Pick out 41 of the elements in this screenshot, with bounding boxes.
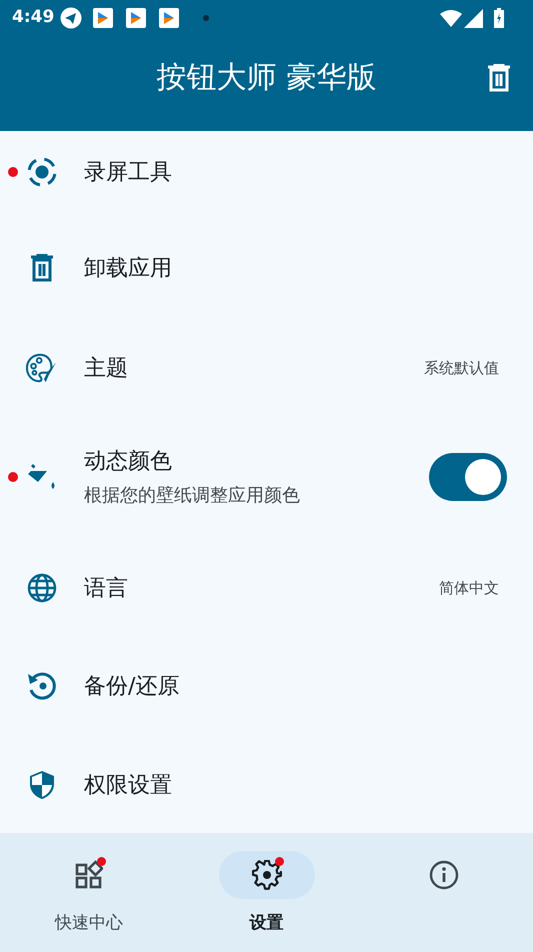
signal-icon bbox=[464, 8, 483, 28]
record-icon bbox=[26, 156, 58, 188]
battery-icon bbox=[493, 8, 505, 28]
trash-icon bbox=[30, 254, 54, 282]
palette-brush-icon bbox=[26, 352, 58, 384]
settings-row[interactable]: 卸载应用 bbox=[0, 213, 533, 323]
dot-icon bbox=[203, 15, 210, 21]
setting-label: 卸载应用 bbox=[84, 254, 173, 282]
globe-icon bbox=[27, 573, 57, 603]
app-notification-icon bbox=[93, 8, 114, 28]
nav-tab[interactable]: 设置 bbox=[178, 833, 356, 952]
settings-row[interactable]: 录屏工具 bbox=[0, 131, 533, 213]
delete-button[interactable] bbox=[485, 62, 513, 94]
settings-icon bbox=[252, 860, 282, 890]
setting-description: 根据您的壁纸调整应用颜色 bbox=[84, 484, 301, 508]
shield-icon bbox=[29, 770, 55, 800]
app-notification-icon bbox=[126, 8, 146, 28]
setting-value: 简体中文 bbox=[439, 578, 499, 599]
restore-icon bbox=[27, 671, 57, 701]
toggle-switch[interactable] bbox=[429, 453, 507, 501]
app-notification-icon bbox=[159, 8, 180, 28]
wifi-icon bbox=[440, 9, 462, 27]
app-title: 按钮大师 豪华版 bbox=[156, 59, 376, 97]
widgets-icon bbox=[74, 860, 103, 890]
settings-row[interactable]: 动态颜色 根据您的壁纸调整应用颜色 bbox=[0, 413, 533, 541]
info-icon bbox=[429, 860, 460, 890]
setting-label: 主题 bbox=[84, 354, 129, 382]
setting-label: 备份/还原 bbox=[84, 672, 180, 700]
nav-tab[interactable]: 快速中心 bbox=[0, 833, 178, 952]
setting-value: 系统默认值 bbox=[424, 358, 499, 379]
setting-label: 录屏工具 bbox=[84, 158, 173, 186]
trash-icon bbox=[487, 64, 511, 92]
settings-row[interactable]: 权限设置 bbox=[0, 737, 533, 833]
setting-label: 权限设置 bbox=[84, 772, 173, 800]
status-time: 4:49 bbox=[12, 6, 54, 30]
settings-row[interactable]: 语言 简体中文 bbox=[0, 541, 533, 635]
paper-plane-icon bbox=[60, 7, 82, 29]
setting-label: 动态颜色 bbox=[84, 448, 173, 476]
settings-row[interactable]: 主题 系统默认值 bbox=[0, 323, 533, 413]
settings-row[interactable]: 备份/还原 bbox=[0, 635, 533, 737]
setting-label: 语言 bbox=[84, 574, 129, 602]
